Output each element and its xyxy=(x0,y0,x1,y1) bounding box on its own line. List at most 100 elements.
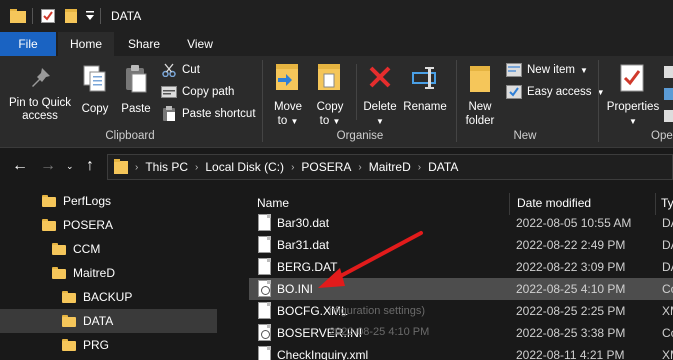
tab-home[interactable]: Home xyxy=(58,32,114,56)
tree-item-label: CCM xyxy=(73,242,101,256)
file-date: 2022-08-05 10:55 AM xyxy=(516,216,632,230)
breadcrumb-maitred[interactable]: MaitreD xyxy=(369,160,411,174)
tab-view[interactable]: View xyxy=(174,32,226,56)
divider xyxy=(598,60,599,142)
divider xyxy=(32,8,33,24)
new-folder-button[interactable]: New folder xyxy=(460,60,500,127)
tree-item-perflogs[interactable]: PerfLogs xyxy=(0,189,217,213)
pin-to-quick-access-button[interactable]: Pin to Quick access xyxy=(4,62,76,126)
file-name: BERG.DAT xyxy=(277,260,338,274)
rename-button[interactable]: Rename xyxy=(402,60,448,126)
folder-icon xyxy=(52,267,66,279)
folder-icon xyxy=(42,195,56,207)
properties-checkmark-icon[interactable] xyxy=(41,9,55,23)
move-to-label: Move xyxy=(273,101,303,113)
dropdown-arrow-icon: ▼ xyxy=(290,117,299,126)
copy-to-button[interactable]: Copy to ▼ xyxy=(312,60,348,127)
paste-button[interactable]: Paste xyxy=(118,62,154,126)
file-row[interactable]: CheckInquiry.xml 2022-08-11 4:21 PM XM xyxy=(249,344,673,360)
folder-icon xyxy=(62,339,76,351)
dropdown-arrow-icon: ▼ xyxy=(629,117,637,126)
easy-access-label: Easy access xyxy=(527,86,592,98)
copy-button[interactable]: Copy xyxy=(78,62,112,126)
divider xyxy=(356,64,357,120)
new-item-button[interactable]: New item ▼ xyxy=(505,61,588,79)
file-row[interactable]: BERG.DAT 2022-08-22 3:09 PM DA xyxy=(249,256,673,278)
tree-item-prg[interactable]: PRG xyxy=(0,333,217,357)
forward-arrow-icon[interactable]: → xyxy=(40,157,56,175)
ini-file-icon xyxy=(258,324,271,341)
folder-icon xyxy=(10,9,26,23)
breadcrumb-this-pc[interactable]: This PC xyxy=(145,160,188,174)
ini-file-icon xyxy=(258,280,271,297)
open-icon[interactable] xyxy=(664,64,673,124)
breadcrumb-posera[interactable]: POSERA xyxy=(301,160,351,174)
properties-label: Properties xyxy=(606,101,660,113)
copy-path-label: Copy path xyxy=(182,86,235,98)
file-icon xyxy=(258,236,271,253)
tree-item-data[interactable]: DATA xyxy=(0,309,217,333)
properties-icon xyxy=(620,64,644,95)
tree-item-ccm[interactable]: CCM xyxy=(0,237,217,261)
file-date: 2022-08-25 3:38 PM xyxy=(516,326,626,340)
paste-shortcut-button[interactable]: Paste shortcut xyxy=(160,105,256,123)
copy-path-button[interactable]: Copy path xyxy=(160,83,234,101)
easy-access-button[interactable]: Easy access ▼ xyxy=(505,83,604,101)
back-arrow-icon[interactable]: ← xyxy=(12,157,28,175)
address-bar[interactable]: › This PC › Local Disk (C:) › POSERA › M… xyxy=(107,154,673,180)
file-type: XM xyxy=(662,348,673,360)
recent-locations-chevron-icon[interactable]: ⌄ xyxy=(66,161,74,172)
title-bar: DATA xyxy=(0,0,673,32)
delete-label: Delete xyxy=(363,101,397,113)
tree-item-posera[interactable]: POSERA xyxy=(0,213,217,237)
rename-label: Rename xyxy=(403,101,447,113)
tooltip-ghost-date: 2022-08-25 4:10 PM xyxy=(329,326,430,338)
tree-item-label: DATA xyxy=(83,314,114,328)
folder-icon xyxy=(42,219,56,231)
tooltip-ghost-text: nfiguration settings) xyxy=(329,305,425,317)
file-list: Name Date modified Ty Bar30.dat 2022-08-… xyxy=(237,185,673,360)
file-row-selected[interactable]: BO.INI 2022-08-25 4:10 PM Co xyxy=(249,278,673,300)
properties-button[interactable]: Properties ▼ xyxy=(602,60,664,126)
pin-label-line1: Pin to Quick xyxy=(9,97,71,109)
breadcrumb-separator-icon: › xyxy=(135,161,139,173)
cut-button[interactable]: Cut xyxy=(160,61,200,79)
clipboard-group-label: Clipboard xyxy=(105,130,155,142)
tab-share[interactable]: Share xyxy=(118,32,170,56)
pin-label-line2: access xyxy=(22,110,58,122)
breadcrumb-separator-icon: › xyxy=(358,161,362,173)
organise-group-label: Organise xyxy=(336,130,384,142)
new-folder-icon[interactable] xyxy=(64,9,78,23)
tree-item-maitred[interactable]: MaitreD xyxy=(0,261,217,285)
file-date: 2022-08-25 2:25 PM xyxy=(516,304,626,318)
file-date: 2022-08-25 4:10 PM xyxy=(516,282,626,296)
delete-button[interactable]: Delete ▼ xyxy=(360,60,400,126)
file-row[interactable]: BOSERVER.INI 2022-08-25 3:38 PM Co xyxy=(249,322,673,344)
tree-item-backup[interactable]: BACKUP xyxy=(0,285,217,309)
dropdown-arrow-icon: ▼ xyxy=(332,117,341,126)
delete-x-icon xyxy=(369,66,391,91)
copy-to-label: Copy xyxy=(316,101,344,113)
xml-file-icon xyxy=(258,346,271,360)
divider xyxy=(100,8,101,24)
navigation-pane-scrollbar[interactable] xyxy=(223,185,230,360)
tree-item-label: MaitreD xyxy=(73,266,116,280)
file-name: Bar31.dat xyxy=(277,238,330,252)
folder-icon xyxy=(62,291,76,303)
new-item-label: New item xyxy=(527,64,575,76)
copy-to-label-line2: to ▼ xyxy=(319,115,341,127)
breadcrumb-local-disk[interactable]: Local Disk (C:) xyxy=(205,160,284,174)
move-to-button[interactable]: Move to ▼ xyxy=(270,60,306,127)
breadcrumb-data[interactable]: DATA xyxy=(428,160,458,174)
file-name: Bar30.dat xyxy=(277,216,330,230)
tree-item-label: PRG xyxy=(83,338,110,352)
navigation-pane: PerfLogs POSERA CCM MaitreD BACKUP DATA … xyxy=(0,185,230,360)
tab-file[interactable]: File xyxy=(0,32,56,56)
up-arrow-icon[interactable]: ↑ xyxy=(86,157,94,175)
folder-icon xyxy=(114,159,128,175)
customize-quick-access-icon[interactable] xyxy=(86,11,94,21)
file-row[interactable]: Bar31.dat 2022-08-22 2:49 PM DA xyxy=(249,234,673,256)
file-row[interactable]: BOCFG.XML 2022-08-25 2:25 PM XM xyxy=(249,300,673,322)
file-row[interactable]: Bar30.dat 2022-08-05 10:55 AM DA xyxy=(249,212,673,234)
file-date: 2022-08-22 3:09 PM xyxy=(516,260,626,274)
